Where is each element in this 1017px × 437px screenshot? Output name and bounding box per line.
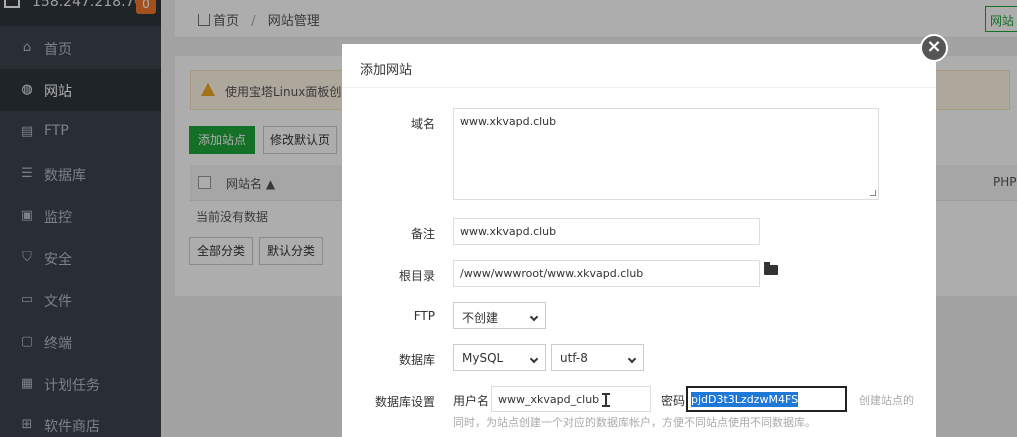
remark-label: 备注: [410, 227, 435, 241]
close-icon[interactable]: ×: [920, 34, 948, 62]
password-label: 密码: [661, 394, 686, 408]
db-type-select[interactable]: MySQL: [453, 344, 546, 371]
ftp-select[interactable]: 不创建: [453, 302, 546, 329]
chevron-down-icon: [529, 312, 539, 322]
chevron-down-icon: [529, 354, 539, 364]
root-dir-input[interactable]: /www/wwwroot/www.xkvapd.club: [453, 260, 760, 287]
domain-label: 域名: [410, 117, 435, 131]
db-setting-label: 数据库设置: [374, 395, 435, 409]
database-label: 数据库: [398, 353, 435, 367]
db-charset-select[interactable]: utf-8: [551, 344, 644, 371]
db-hint-right: 创建站点的: [859, 394, 914, 407]
folder-open-icon[interactable]: [764, 262, 778, 275]
chevron-down-icon: [627, 354, 637, 364]
dialog-title: 添加网站: [360, 63, 413, 78]
resize-handle[interactable]: [870, 190, 876, 196]
db-password-input[interactable]: pjdD3t3LzdzwM4FS: [686, 386, 847, 412]
remark-input[interactable]: www.xkvapd.club: [453, 218, 760, 245]
root-dir-label: 根目录: [398, 269, 435, 283]
ftp-label: FTP: [413, 309, 435, 323]
overlay-mask-sidebar: [0, 0, 161, 437]
username-label: 用户名: [453, 394, 490, 408]
db-username-input[interactable]: www_xkvapd_club: [491, 386, 651, 412]
text-cursor-icon: [602, 393, 610, 407]
dialog-title-bar: 添加网站: [342, 44, 936, 88]
domain-textarea[interactable]: www.xkvapd.club: [453, 108, 879, 200]
db-hint-below: 同时，为站点创建一个对应的数据库帐户，方便不同站点使用不同数据库。: [453, 416, 816, 429]
